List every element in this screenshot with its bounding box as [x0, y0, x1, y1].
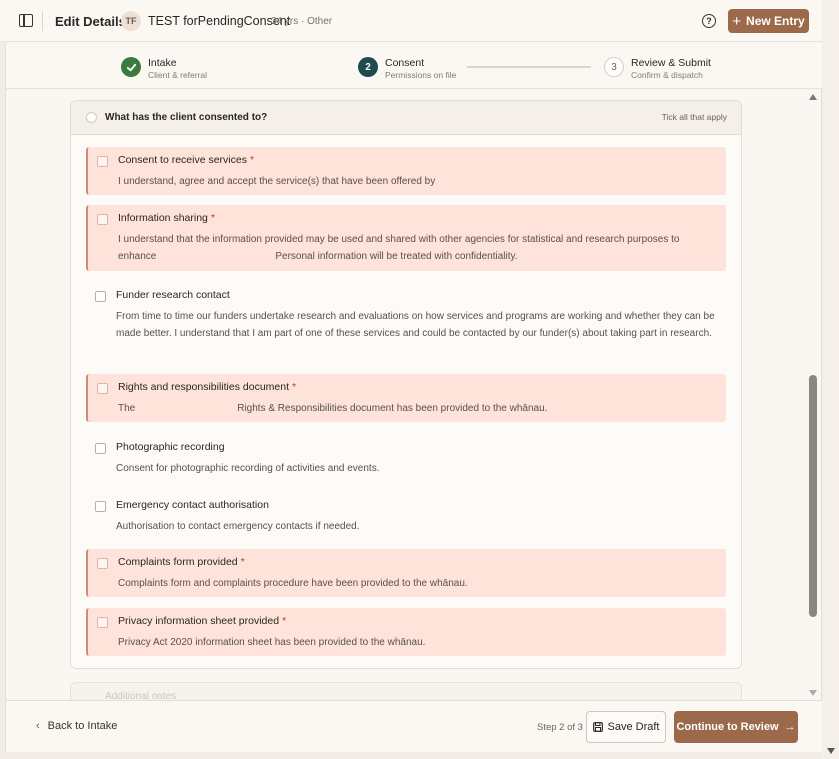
- label-text: Photographic recording: [116, 441, 225, 453]
- consent-card-title: What has the client consented to?: [105, 112, 268, 123]
- consent-card: What has the client consented to? Tick a…: [70, 100, 742, 669]
- window-bottom-edge: [0, 752, 822, 759]
- back-to-intake-button[interactable]: ‹ Back to Intake: [36, 720, 117, 732]
- consent-item-emergency-contact[interactable]: Emergency contact authorisation Authoris…: [86, 492, 726, 538]
- client-name: TEST forPendingConsent: [148, 14, 291, 28]
- step-2-subtitle: Permissions on file: [385, 70, 457, 80]
- back-label: Back to Intake: [47, 720, 118, 732]
- label-text: Consent to receive services: [118, 154, 247, 166]
- step-2-number[interactable]: 2: [358, 57, 378, 77]
- step-1-check-icon[interactable]: [121, 57, 141, 77]
- consent-card-header: What has the client consented to? Tick a…: [71, 101, 741, 135]
- continue-label: Continue to Review: [676, 721, 779, 733]
- footer-bar: ‹ Back to Intake Step 2 of 3 Save Draft …: [6, 700, 822, 752]
- consent-item-label: Privacy information sheet provided *: [118, 615, 286, 627]
- header-divider: [42, 11, 43, 31]
- label-text: Information sharing: [118, 212, 208, 224]
- window-scrollbar[interactable]: [823, 0, 839, 759]
- save-icon: [592, 722, 603, 732]
- step-3-number[interactable]: 3: [604, 57, 624, 77]
- consent-item-label: Photographic recording: [116, 441, 225, 453]
- consent-item-desc: Complaints form and complaints procedure…: [118, 578, 468, 589]
- consent-item-receive-services[interactable]: Consent to receive services * I understan…: [86, 147, 726, 195]
- checkbox[interactable]: [97, 156, 108, 167]
- step-connector: [467, 66, 591, 68]
- checkbox[interactable]: [97, 383, 108, 394]
- consent-item-privacy-sheet[interactable]: Privacy information sheet provided * Priv…: [86, 608, 726, 656]
- consent-item-label: Funder research contact: [116, 289, 230, 301]
- consent-item-desc: From time to time our funders undertake …: [116, 311, 715, 339]
- main-content: What has the client consented to? Tick a…: [6, 90, 807, 700]
- consent-item-label: Information sharing *: [118, 212, 215, 224]
- step-1-subtitle: Client & referral: [148, 70, 208, 80]
- step-2-title: Consent: [385, 57, 425, 69]
- top-header: Edit Details TF TEST forPendingConsent 3…: [0, 0, 822, 42]
- page-title: Edit Details: [55, 14, 126, 29]
- help-icon[interactable]: ?: [702, 14, 716, 28]
- additional-notes-title: Additional notes: [105, 691, 177, 700]
- continue-to-review-button[interactable]: Continue to Review →: [674, 711, 798, 743]
- required-marker: *: [282, 615, 287, 627]
- avatar: TF: [121, 11, 141, 31]
- consent-item-desc: Consent for photographic recording of ac…: [116, 463, 380, 474]
- arrow-right-icon: →: [784, 721, 796, 733]
- desc-part-a: The: [118, 403, 136, 414]
- checkbox[interactable]: [95, 291, 106, 302]
- scroll-thumb[interactable]: [809, 375, 817, 617]
- consent-item-photographic[interactable]: Photographic recording Consent for photo…: [86, 434, 726, 480]
- progress-stepper: Intake Client & referral 2 Consent Permi…: [6, 43, 822, 89]
- required-marker: *: [210, 212, 215, 224]
- consent-item-complaints-form[interactable]: Complaints form provided * Complaints for…: [86, 549, 726, 597]
- additional-notes-card[interactable]: Additional notes: [70, 682, 742, 700]
- new-entry-button[interactable]: + New Entry: [728, 9, 809, 33]
- consent-card-hint: Tick all that apply: [661, 112, 727, 122]
- section-status-icon: [86, 112, 97, 123]
- checkbox[interactable]: [95, 443, 106, 454]
- label-text: Funder research contact: [116, 289, 230, 301]
- consent-item-desc: The Rights & Responsibilities document ha…: [118, 400, 718, 417]
- required-marker: *: [292, 381, 297, 393]
- step-count: Step 2 of 3: [537, 722, 583, 733]
- save-draft-button[interactable]: Save Draft: [586, 711, 666, 743]
- required-marker: *: [249, 154, 255, 166]
- label-text: Emergency contact authorisation: [116, 499, 269, 511]
- required-marker: *: [240, 556, 245, 568]
- desc-part-b: Personal information will be treated wit…: [275, 251, 518, 262]
- step-3-subtitle: Confirm & dispatch: [631, 70, 703, 80]
- plus-icon: +: [732, 12, 742, 30]
- chevron-left-icon: ‹: [36, 720, 40, 732]
- label-text: Privacy information sheet provided: [118, 615, 280, 627]
- label-text: Rights and responsibilities document: [118, 381, 290, 393]
- consent-item-desc: Privacy Act 2020 information sheet has b…: [118, 637, 426, 648]
- consent-item-label: Emergency contact authorisation: [116, 499, 269, 511]
- checkbox[interactable]: [97, 617, 108, 628]
- sidebar-toggle-icon[interactable]: [19, 14, 33, 27]
- step-3-title: Review & Submit: [631, 57, 711, 69]
- checkbox[interactable]: [97, 214, 108, 225]
- checkbox[interactable]: [97, 558, 108, 569]
- consent-item-desc: I understand, agree and accept the servi…: [118, 176, 436, 187]
- scroll-up-icon[interactable]: [809, 94, 817, 100]
- content-scrollbar[interactable]: [807, 90, 820, 700]
- checkbox[interactable]: [95, 501, 106, 512]
- scroll-down-icon[interactable]: [809, 690, 817, 696]
- consent-item-funder-research[interactable]: Funder research contact From time to tim…: [86, 282, 726, 364]
- client-meta: 34 yrs · Other: [271, 16, 333, 27]
- consent-item-desc: I understand that the information provid…: [118, 231, 718, 265]
- window-scroll-down-icon[interactable]: [827, 748, 835, 754]
- save-draft-label: Save Draft: [607, 721, 660, 733]
- consent-item-label: Consent to receive services *: [118, 154, 254, 166]
- consent-item-rights-responsibilities[interactable]: Rights and responsibilities document * Th…: [86, 374, 726, 422]
- step-1-title: Intake: [148, 57, 177, 69]
- consent-item-information-sharing[interactable]: Information sharing * I understand that t…: [86, 205, 726, 271]
- consent-item-label: Rights and responsibilities document *: [118, 381, 296, 393]
- consent-item-desc: Authorisation to contact emergency conta…: [116, 521, 360, 532]
- consent-item-label: Complaints form provided *: [118, 556, 245, 568]
- label-text: Complaints form provided: [118, 556, 238, 568]
- desc-part-b: Rights & Responsibilities document has b…: [237, 403, 548, 414]
- new-entry-label: New Entry: [746, 14, 805, 28]
